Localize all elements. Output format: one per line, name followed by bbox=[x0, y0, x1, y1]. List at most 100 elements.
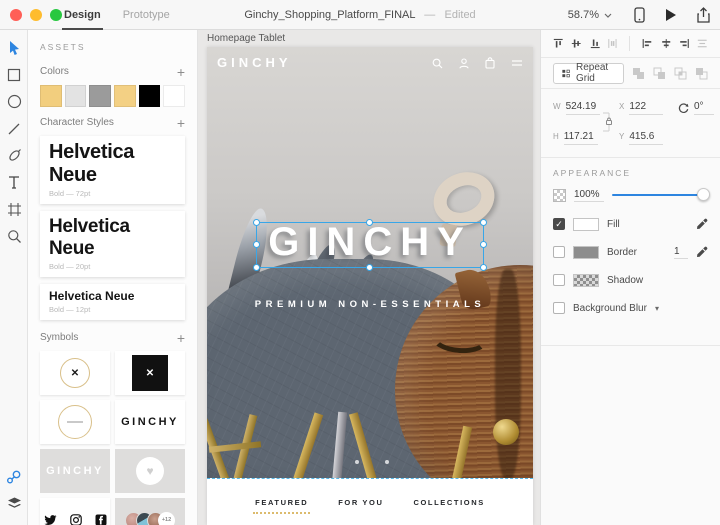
tab-design[interactable]: Design bbox=[64, 0, 101, 30]
close-window-button[interactable] bbox=[10, 9, 22, 21]
border-color-swatch[interactable] bbox=[573, 246, 599, 259]
alignment-toolbar bbox=[541, 30, 720, 58]
height-field[interactable]: 117.21 bbox=[564, 131, 598, 145]
border-width-field[interactable]: 1 bbox=[674, 246, 688, 259]
chevron-down-icon[interactable]: ▾ bbox=[655, 304, 659, 313]
x-field[interactable]: 122 bbox=[629, 101, 663, 115]
carousel-dot bbox=[385, 460, 389, 464]
symbol-close-square-dark[interactable]: ✕ bbox=[115, 351, 185, 395]
nav-collections[interactable]: COLLECTIONS bbox=[413, 498, 484, 507]
layers-panel-toggle[interactable] bbox=[0, 490, 28, 517]
nav-for-you[interactable]: FOR YOU bbox=[338, 498, 383, 507]
symbol-logo-dark[interactable]: GINCHY bbox=[115, 400, 185, 444]
align-bottom-icon[interactable] bbox=[590, 37, 600, 50]
color-swatch[interactable] bbox=[40, 85, 62, 107]
fill-checkbox[interactable]: ✓ bbox=[553, 218, 565, 230]
symbol-logo-light[interactable]: GINCHY bbox=[40, 449, 110, 493]
width-field[interactable]: 524.19 bbox=[566, 101, 600, 115]
selection-handle[interactable] bbox=[480, 264, 487, 271]
selection-handle[interactable] bbox=[253, 241, 260, 248]
color-swatch[interactable] bbox=[114, 85, 136, 107]
symbol-heart-button[interactable]: ♥ bbox=[115, 449, 185, 493]
tab-prototype[interactable]: Prototype bbox=[123, 0, 170, 30]
nav-featured[interactable]: FEATURED bbox=[255, 498, 308, 507]
boolean-intersect-icon[interactable] bbox=[674, 67, 687, 80]
align-top-icon[interactable] bbox=[553, 37, 563, 50]
opacity-slider-knob[interactable] bbox=[697, 188, 710, 201]
line-tool[interactable] bbox=[0, 115, 28, 142]
color-swatch[interactable] bbox=[65, 85, 87, 107]
border-checkbox[interactable] bbox=[553, 246, 565, 258]
selection-handle[interactable] bbox=[480, 219, 487, 226]
align-horizontal-center-icon[interactable] bbox=[661, 37, 671, 50]
distribute-vertical-icon[interactable] bbox=[697, 38, 707, 49]
border-row: Border 1 bbox=[553, 244, 708, 260]
background-blur-checkbox[interactable] bbox=[553, 302, 565, 314]
y-field[interactable]: 415.6 bbox=[629, 131, 663, 145]
character-style-item[interactable]: Helvetica Neue Bold — 20pt bbox=[40, 211, 185, 277]
device-preview-icon[interactable] bbox=[634, 7, 645, 23]
repeat-grid-button[interactable]: Repeat Grid bbox=[553, 63, 624, 84]
text-tool[interactable] bbox=[0, 169, 28, 196]
selected-text-layer[interactable]: GINCHY bbox=[256, 222, 484, 268]
assets-panel: ASSETS Colors + Character Styles + Helve… bbox=[28, 30, 198, 525]
symbol-social-icons[interactable] bbox=[40, 498, 110, 525]
selection-handle[interactable] bbox=[253, 219, 260, 226]
placeholder-text-line bbox=[67, 421, 83, 423]
eyedropper-icon[interactable] bbox=[696, 218, 708, 230]
zoom-tool[interactable] bbox=[0, 223, 28, 250]
add-symbol-button[interactable]: + bbox=[177, 333, 185, 343]
share-icon[interactable] bbox=[697, 7, 710, 23]
align-vertical-center-icon[interactable] bbox=[571, 37, 581, 50]
ellipse-tool[interactable] bbox=[0, 88, 28, 115]
minimize-window-button[interactable] bbox=[30, 9, 42, 21]
play-preview-icon[interactable] bbox=[665, 8, 677, 22]
opacity-slider[interactable] bbox=[612, 189, 708, 201]
repeat-grid-icon bbox=[562, 68, 570, 79]
shadow-color-swatch[interactable] bbox=[573, 274, 599, 287]
fill-color-swatch[interactable] bbox=[573, 218, 599, 231]
add-color-button[interactable]: + bbox=[177, 67, 185, 77]
opacity-field[interactable]: 100% bbox=[574, 189, 604, 202]
assets-panel-toggle[interactable] bbox=[0, 463, 28, 490]
colors-section-label: Colors bbox=[40, 66, 69, 77]
close-icon: ✕ bbox=[146, 368, 154, 379]
selection-handle[interactable] bbox=[253, 264, 260, 271]
pen-tool[interactable] bbox=[0, 142, 28, 169]
design-canvas[interactable]: Homepage Tablet GINCHY bbox=[198, 30, 540, 525]
zoom-level-control[interactable]: 58.7% bbox=[568, 0, 612, 30]
add-character-style-button[interactable]: + bbox=[177, 118, 185, 128]
color-swatch[interactable] bbox=[139, 85, 161, 107]
rectangle-tool[interactable] bbox=[0, 61, 28, 88]
character-style-item[interactable]: Helvetica Neue Bold — 12pt bbox=[40, 284, 185, 320]
shadow-checkbox[interactable] bbox=[553, 274, 565, 286]
boolean-operations bbox=[632, 67, 708, 80]
opacity-slider-track bbox=[612, 194, 708, 196]
selection-handle[interactable] bbox=[366, 219, 373, 226]
selection-handle[interactable] bbox=[366, 264, 373, 271]
align-right-icon[interactable] bbox=[679, 37, 689, 50]
logo-text: GINCHY bbox=[121, 416, 179, 428]
select-tool[interactable] bbox=[0, 34, 28, 61]
eyedropper-icon[interactable] bbox=[696, 246, 708, 258]
align-left-icon[interactable] bbox=[642, 37, 652, 50]
boolean-union-icon[interactable] bbox=[632, 67, 645, 80]
character-style-item[interactable]: Helvetica Neue Bold — 72pt bbox=[40, 136, 185, 204]
rotation-field[interactable]: 0° bbox=[694, 101, 714, 115]
distribute-horizontal-icon[interactable] bbox=[608, 37, 617, 50]
rectangle-icon bbox=[7, 68, 21, 82]
color-swatch[interactable] bbox=[163, 85, 185, 107]
zoom-window-button[interactable] bbox=[50, 9, 62, 21]
boolean-exclude-icon[interactable] bbox=[695, 67, 708, 80]
lock-aspect-icon[interactable] bbox=[601, 111, 613, 133]
artboard-homepage-tablet[interactable]: GINCHY GINCHY PREMIUM NON-ESS bbox=[207, 47, 533, 525]
selection-handle[interactable] bbox=[480, 241, 487, 248]
title-separator: — bbox=[424, 9, 435, 21]
artboard-label[interactable]: Homepage Tablet bbox=[207, 33, 285, 44]
artboard-tool[interactable] bbox=[0, 196, 28, 223]
symbol-close-circle-light[interactable]: ✕ bbox=[40, 351, 110, 395]
symbol-avatar-group[interactable]: +12 bbox=[115, 498, 185, 525]
boolean-subtract-icon[interactable] bbox=[653, 67, 666, 80]
color-swatch[interactable] bbox=[89, 85, 111, 107]
symbol-badge-circle[interactable] bbox=[40, 400, 110, 444]
